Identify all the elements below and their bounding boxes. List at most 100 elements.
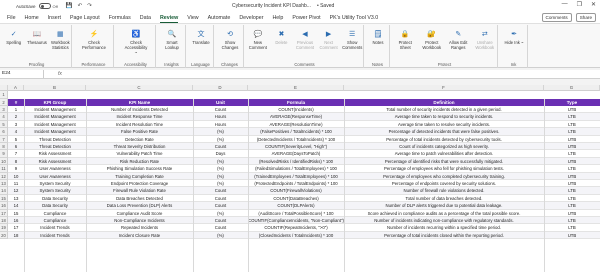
check-accessibility-button[interactable]: ♿ Check Accessibility ~ [124,28,148,55]
show-changes-button[interactable]: ⟲ Show Changes [218,28,242,51]
cell-number[interactable]: 11 [8,180,24,187]
smart-lookup-button[interactable]: 🔍 Smart Lookup [160,28,184,51]
row-header[interactable]: 14 [0,187,8,195]
cell-kpi-name[interactable]: Incident Response Time [86,113,193,120]
cell-unit[interactable]: Hours [193,121,248,128]
row-header[interactable]: 12 [0,172,8,180]
close-icon[interactable]: ✕ [591,1,596,8]
cell-formula[interactable]: AVERAGE(ResponseTime) [248,113,344,120]
table-header-cell[interactable]: KPI Name [86,99,193,106]
cell-number[interactable]: 17 [8,224,24,231]
cell-number[interactable]: 5 [8,136,24,143]
workbook-statistics-button[interactable]: ▦ Workbook Statistics [48,28,72,51]
cell-type[interactable]: UTB [544,173,600,180]
cell-kpi-name[interactable]: Firewall Rule Violation Rate [86,187,193,194]
protect-sheet-button[interactable]: 🔒 Protect Sheet [393,28,417,51]
new-comment-button[interactable]: 💬 New Comment [246,28,270,51]
cell-unit[interactable]: (%) [193,165,248,172]
cell-kpi-name[interactable]: Risk Reduction Rate [86,158,193,165]
cell-unit[interactable]: Hours [193,113,248,120]
cell-type[interactable]: UTB [544,210,600,217]
cell-number[interactable]: 18 [8,232,24,239]
cell-type[interactable]: LTB [544,113,600,120]
cell-formula[interactable]: AVERAGE(DaysToPatch) [248,150,344,157]
row-header[interactable]: 1 [0,91,8,99]
cell-formula[interactable]: (FailedSimulations / TotalEmployees) * 1… [248,165,344,172]
cell-type[interactable]: LTB [544,150,600,157]
unshare-workbook-button[interactable]: ⇄ Unshare Workbook [473,28,497,51]
tab-insert[interactable]: Insert [48,15,61,21]
row-header[interactable]: 17 [0,209,8,217]
cell-unit[interactable]: (%) [193,128,248,135]
cell-formula[interactable]: COUNT(DataBreaches) [248,195,344,202]
row-header[interactable]: 7 [0,135,8,143]
tab-formulas[interactable]: Formulas [109,15,131,21]
cell-formula[interactable]: COUNTIF(RepeatIncidents, ">0") [248,224,344,231]
cell-kpi-group[interactable]: Threat Detection [24,136,86,143]
cell-kpi-name[interactable]: Incident Closure Rate [86,232,193,239]
cell-number[interactable]: 10 [8,173,24,180]
next-comment-button[interactable]: ▶ Next Comment [317,28,341,51]
previous-comment-button[interactable]: ◀ Previous Comment [293,28,317,51]
translate-button[interactable]: 文 Translate [189,28,213,46]
name-box[interactable]: E24 [0,70,44,78]
cell-unit[interactable]: Count [193,217,248,224]
row-header[interactable]: 8 [0,143,8,151]
cell-kpi-group[interactable]: Compliance [24,210,86,217]
cell-type[interactable]: LTB [544,121,600,128]
cell-type[interactable]: LTB [544,217,600,224]
cell-formula[interactable]: (ClosedIncidents / TotalIncidents) * 100 [248,232,344,239]
row-header[interactable]: 10 [0,157,8,166]
tab-home[interactable]: Home [25,15,39,21]
save-icon[interactable]: 💾 [66,3,73,9]
document-title-area[interactable]: Cybersecurity Incident KPI Dashb... • Sa… [232,3,334,9]
cell-formula[interactable]: COUNT(FirewallViolations) [248,187,344,194]
cell-unit[interactable]: Count [193,195,248,202]
cell-kpi-name[interactable]: Training Completion Rate [86,173,193,180]
table-header-cell[interactable]: Type [544,99,600,106]
comments-button[interactable]: Comments [541,13,572,22]
cell-unit[interactable]: (%) [193,158,248,165]
cell-definition[interactable]: Percentage of endpoints covered by secur… [344,180,544,187]
cell-kpi-group[interactable]: Incident Management [24,113,86,120]
cell-number[interactable]: 9 [8,165,24,172]
cell-kpi-name[interactable]: Detection Rate [86,136,193,143]
table-header-cell[interactable]: Formula [248,99,344,106]
row-header[interactable]: 19 [0,224,8,232]
cell-kpi-group[interactable]: System Security [24,187,86,194]
cell-unit[interactable]: (%) [193,136,248,143]
cell-number[interactable]: 2 [8,113,24,120]
cell-definition[interactable]: Percentage of total incidents closed wit… [344,232,544,239]
cell-definition[interactable]: Total number of security incidents detec… [344,106,544,113]
row-header[interactable]: 5 [0,120,8,129]
row-header[interactable]: 20 [0,231,8,240]
thesaurus-button[interactable]: 📖 Thesaurus [25,28,49,46]
allow-edit-ranges-button[interactable]: ✎ Allow Edit Ranges [446,28,470,51]
cell-kpi-name[interactable]: Endpoint Protection Coverage [86,180,193,187]
cell-definition[interactable]: Percentage of total incidents detected b… [344,136,544,143]
column-header-d[interactable]: D [193,85,248,91]
cell-number[interactable]: 6 [8,143,24,150]
cell-definition[interactable]: Average time to patch vulnerabilities af… [344,150,544,157]
row-header[interactable]: 18 [0,217,8,225]
cell-number[interactable]: 3 [8,121,24,128]
cell-kpi-group[interactable]: Threat Detection [24,143,86,150]
cell-kpi-name[interactable]: False Positive Rate [86,128,193,135]
row-header[interactable]: 13 [0,180,8,188]
tab-view[interactable]: View [187,15,198,21]
column-header-f[interactable]: F [344,85,544,91]
cell-unit[interactable]: (%) [193,180,248,187]
cell-type[interactable]: LTB [544,202,600,209]
cell-definition[interactable]: Percentage of identified risks that were… [344,158,544,165]
cell-definition[interactable]: Count of incidents categorized as high s… [344,143,544,150]
cell-definition[interactable]: Number of incidents recurring within a s… [344,224,544,231]
cell-type[interactable]: UTB [544,158,600,165]
cell-number[interactable]: 8 [8,158,24,165]
row-header[interactable]: 15 [0,194,8,203]
cell-kpi-name[interactable]: Data Breaches Detected [86,195,193,202]
cell-unit[interactable]: Count [193,224,248,231]
cell-formula[interactable]: (FalsePositives / TotalIncidents) * 100 [248,128,344,135]
tab-review[interactable]: Review [159,15,179,24]
fx-icon[interactable]: fx [58,71,62,77]
cell-kpi-name[interactable]: Incident Resolution Time [86,121,193,128]
